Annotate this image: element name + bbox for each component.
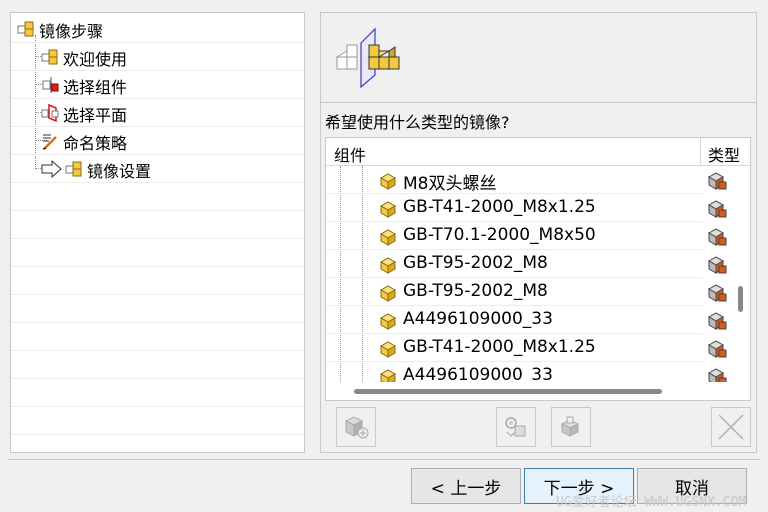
associative-mirror-button[interactable] <box>496 407 536 447</box>
mirror-type-icon[interactable] <box>707 339 727 359</box>
footer-divider <box>8 459 760 460</box>
mirror-type-icon[interactable] <box>707 311 727 331</box>
naming-icon <box>42 134 57 150</box>
associative-mirror-icon <box>505 417 526 437</box>
tree-empty-row <box>11 351 304 379</box>
reuse-reposition-icon <box>560 416 580 437</box>
component-name: GB-T41-2000_M8x1.25 <box>403 337 596 357</box>
mirror-type-icon[interactable] <box>707 255 727 275</box>
column-header-component[interactable]: 组件 <box>334 142 366 166</box>
select-plane-icon <box>41 104 59 122</box>
tree-empty-row <box>11 295 304 323</box>
component-row[interactable]: GB-T70.1-2000_M8x50 <box>326 222 727 250</box>
tree-item-label: 命名策略 <box>63 134 128 153</box>
header-divider <box>321 102 756 103</box>
component-name: GB-T41-2000_M8x1.25 <box>403 197 596 217</box>
horizontal-scrollbar-thumb[interactable] <box>354 389 662 394</box>
mirror-type-icon[interactable] <box>707 199 727 219</box>
mirror-type-icon[interactable] <box>707 227 727 247</box>
tree-item-mirror-settings[interactable]: 镜像设置 <box>11 155 304 183</box>
mirror-type-icon[interactable] <box>707 283 727 303</box>
close-icon <box>718 414 744 440</box>
tree-empty-row <box>11 379 304 407</box>
component-row[interactable]: GB-T41-2000_M8x1.25 <box>326 334 727 362</box>
reuse-reposition-button[interactable] <box>551 407 591 447</box>
tree-item-label: 欢迎使用 <box>63 50 128 69</box>
component-name: GB-T95-2002_M8 <box>403 253 548 273</box>
tree-empty-row <box>11 267 304 295</box>
component-cube-icon <box>379 340 397 358</box>
tree-empty-row <box>11 211 304 239</box>
mirror-type-header-icon <box>335 27 400 89</box>
component-row[interactable]: A4496109000_33 <box>326 306 727 334</box>
mirror-geometry-button[interactable] <box>336 407 376 447</box>
tree-item-label: 选择平面 <box>63 106 128 125</box>
component-name: GB-T95-2002_M8 <box>403 281 548 301</box>
tree-item-label: 镜像设置 <box>87 162 152 181</box>
tree-root[interactable]: 镜像步骤 <box>11 15 304 43</box>
vertical-scrollbar-thumb[interactable] <box>738 286 743 312</box>
steps-tree: 镜像步骤 欢迎使用 选择组件 选择平面 命名策略 镜像设置 <box>10 12 305 453</box>
component-cube-icon <box>379 172 397 190</box>
tree-item-label: 选择组件 <box>63 78 128 97</box>
mirror-wizard-icon <box>17 21 34 37</box>
horizontal-scrollbar[interactable] <box>326 382 750 400</box>
component-row[interactable]: GB-T95-2002_M8 <box>326 250 727 278</box>
component-cube-icon <box>379 200 397 218</box>
mirror-type-icon[interactable] <box>707 171 727 191</box>
tree-item-welcome[interactable]: 欢迎使用 <box>11 43 304 71</box>
exclude-button[interactable] <box>711 407 751 447</box>
mirror-settings-icon <box>65 161 82 177</box>
mirror-type-panel: 希望使用什么类型的镜像? 组件 类型 M8双头螺丝 GB-T41-2000_M8x… <box>320 12 757 453</box>
component-cube-icon <box>379 228 397 246</box>
component-name: M8双头螺丝 <box>403 174 497 194</box>
mirror-geometry-icon <box>344 416 369 439</box>
component-cube-icon <box>379 312 397 330</box>
tree-root-label: 镜像步骤 <box>39 22 104 41</box>
tree-empty-row <box>11 239 304 267</box>
back-button[interactable]: < 上一步 <box>411 468 521 504</box>
tree-empty-row <box>11 407 304 435</box>
component-row[interactable]: M8双头螺丝 <box>326 166 727 194</box>
component-row[interactable]: GB-T95-2002_M8 <box>326 278 727 306</box>
component-list[interactable]: 组件 类型 M8双头螺丝 GB-T41-2000_M8x1.25 GB-T70.1-… <box>325 137 751 401</box>
tree-item-select-plane[interactable]: 选择平面 <box>11 99 304 127</box>
component-row[interactable]: GB-T41-2000_M8x1.25 <box>326 194 727 222</box>
list-header: 组件 类型 <box>326 138 750 166</box>
tree-item-select-components[interactable]: 选择组件 <box>11 71 304 99</box>
tree-item-naming[interactable]: 命名策略 <box>11 127 304 155</box>
select-components-icon <box>42 77 59 93</box>
mirror-type-question: 希望使用什么类型的镜像? <box>325 113 510 132</box>
component-cube-icon <box>379 284 397 302</box>
tree-empty-row <box>11 183 304 211</box>
column-header-type[interactable]: 类型 <box>700 138 750 166</box>
current-step-arrow-icon <box>41 160 62 178</box>
watermark: UG爱好者论坛 WWW.UGSNX.COM <box>556 495 747 510</box>
tree-empty-row <box>11 323 304 351</box>
component-name: A4496109000_33 <box>403 309 553 329</box>
component-name: GB-T70.1-2000_M8x50 <box>403 225 596 245</box>
component-cube-icon <box>379 256 397 274</box>
welcome-icon <box>41 49 58 65</box>
